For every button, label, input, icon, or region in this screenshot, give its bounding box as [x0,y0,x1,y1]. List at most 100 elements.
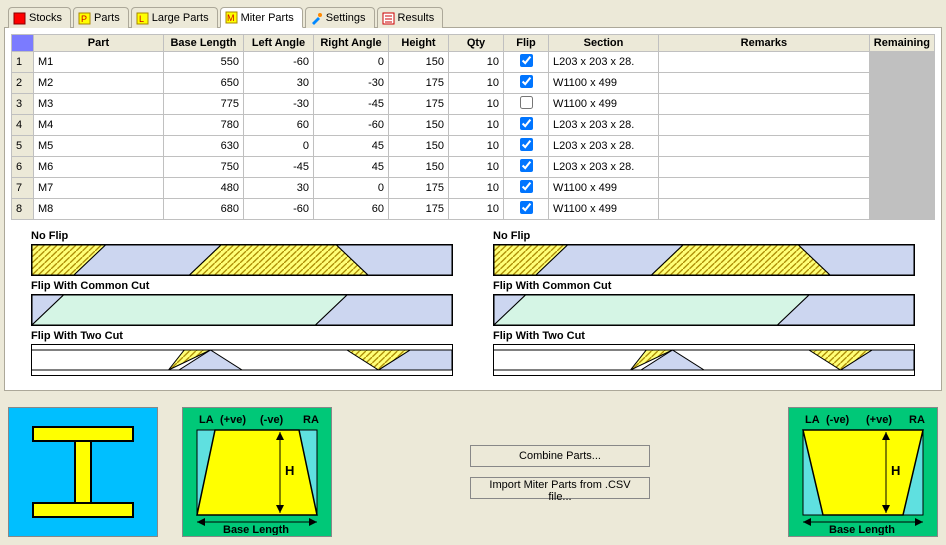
flip-checkbox[interactable] [520,201,533,214]
tab-miter-parts[interactable]: M Miter Parts [220,7,303,28]
cell-ra[interactable]: 0 [314,52,389,73]
cell-flip[interactable] [504,52,549,73]
cell-part[interactable]: M3 [34,94,164,115]
col-height[interactable]: Height [389,35,449,52]
col-base-length[interactable]: Base Length [164,35,244,52]
flip-checkbox[interactable] [520,159,533,172]
col-part[interactable]: Part [34,35,164,52]
cell-qty[interactable]: 10 [449,73,504,94]
flip-checkbox[interactable] [520,96,533,109]
cell-remaining[interactable] [869,73,934,94]
cell-base[interactable]: 680 [164,199,244,220]
tab-stocks[interactable]: Stocks [8,7,71,28]
cell-remarks[interactable] [659,178,870,199]
cell-la[interactable]: -60 [244,199,314,220]
table-row[interactable]: 6M6750-454515010L203 x 203 x 28. [12,157,935,178]
cell-part[interactable]: M7 [34,178,164,199]
cell-remarks[interactable] [659,136,870,157]
cell-part[interactable]: M8 [34,199,164,220]
cell-ra[interactable]: 60 [314,199,389,220]
cell-base[interactable]: 630 [164,136,244,157]
flip-checkbox[interactable] [520,54,533,67]
cell-ra[interactable]: 45 [314,136,389,157]
cell-remarks[interactable] [659,94,870,115]
tab-parts[interactable]: P Parts [73,7,129,28]
table-row[interactable]: 3M3775-30-4517510W1100 x 499 [12,94,935,115]
cell-remaining[interactable] [869,157,934,178]
cell-section[interactable]: W1100 x 499 [549,199,659,220]
cell-section[interactable]: W1100 x 499 [549,73,659,94]
cell-la[interactable]: -30 [244,94,314,115]
col-left-angle[interactable]: Left Angle [244,35,314,52]
cell-height[interactable]: 150 [389,52,449,73]
table-row[interactable]: 7M748030017510W1100 x 499 [12,178,935,199]
cell-flip[interactable] [504,73,549,94]
cell-la[interactable]: 30 [244,73,314,94]
cell-la[interactable]: -60 [244,52,314,73]
grid-corner[interactable] [12,35,34,52]
cell-part[interactable]: M1 [34,52,164,73]
flip-checkbox[interactable] [520,117,533,130]
cell-section[interactable]: L203 x 203 x 28. [549,157,659,178]
tab-settings[interactable]: Settings [305,7,375,28]
cell-qty[interactable]: 10 [449,115,504,136]
col-flip[interactable]: Flip [504,35,549,52]
cell-remarks[interactable] [659,199,870,220]
cell-flip[interactable] [504,199,549,220]
col-right-angle[interactable]: Right Angle [314,35,389,52]
cell-base[interactable]: 650 [164,73,244,94]
flip-checkbox[interactable] [520,180,533,193]
table-row[interactable]: 8M8680-606017510 W1100 x 499 [12,199,935,220]
row-number[interactable]: 6 [12,157,34,178]
cell-qty[interactable]: 10 [449,178,504,199]
cell-remaining[interactable] [869,94,934,115]
cell-base[interactable]: 550 [164,52,244,73]
row-number[interactable]: 5 [12,136,34,157]
cell-flip[interactable] [504,178,549,199]
cell-height[interactable]: 175 [389,73,449,94]
cell-flip[interactable] [504,136,549,157]
cell-base[interactable]: 480 [164,178,244,199]
cell-flip[interactable] [504,94,549,115]
cell-remarks[interactable] [659,73,870,94]
tab-results[interactable]: Results [377,7,444,28]
cell-ra[interactable]: -60 [314,115,389,136]
cell-qty[interactable]: 10 [449,199,504,220]
flip-checkbox[interactable] [520,138,533,151]
cell-section[interactable]: L203 x 203 x 28. [549,115,659,136]
cell-remaining[interactable] [869,199,934,220]
flip-checkbox[interactable] [520,75,533,88]
cell-qty[interactable]: 10 [449,52,504,73]
tab-large-parts[interactable]: L Large Parts [131,7,218,28]
cell-part[interactable]: M5 [34,136,164,157]
cell-remarks[interactable] [659,115,870,136]
cell-remarks[interactable] [659,52,870,73]
cell-height[interactable]: 175 [389,178,449,199]
table-row[interactable]: 4M478060-6015010L203 x 203 x 28. [12,115,935,136]
row-number[interactable]: 1 [12,52,34,73]
cell-section[interactable]: W1100 x 499 [549,94,659,115]
cell-remaining[interactable] [869,136,934,157]
cell-ra[interactable]: 0 [314,178,389,199]
cell-part[interactable]: M2 [34,73,164,94]
cell-remaining[interactable] [869,52,934,73]
cell-ra[interactable]: 45 [314,157,389,178]
import-csv-button[interactable]: Import Miter Parts from .CSV file... [470,477,650,499]
cell-height[interactable]: 150 [389,136,449,157]
cell-ra[interactable]: -45 [314,94,389,115]
cell-height[interactable]: 175 [389,94,449,115]
col-remarks[interactable]: Remarks [659,35,870,52]
cell-base[interactable]: 775 [164,94,244,115]
cell-part[interactable]: M6 [34,157,164,178]
row-number[interactable]: 7 [12,178,34,199]
cell-qty[interactable]: 10 [449,157,504,178]
cell-height[interactable]: 175 [389,199,449,220]
col-section[interactable]: Section [549,35,659,52]
row-number[interactable]: 8 [12,199,34,220]
cell-base[interactable]: 780 [164,115,244,136]
cell-flip[interactable] [504,115,549,136]
cell-la[interactable]: 60 [244,115,314,136]
table-row[interactable]: 5M563004515010L203 x 203 x 28. [12,136,935,157]
row-number[interactable]: 4 [12,115,34,136]
row-number[interactable]: 2 [12,73,34,94]
